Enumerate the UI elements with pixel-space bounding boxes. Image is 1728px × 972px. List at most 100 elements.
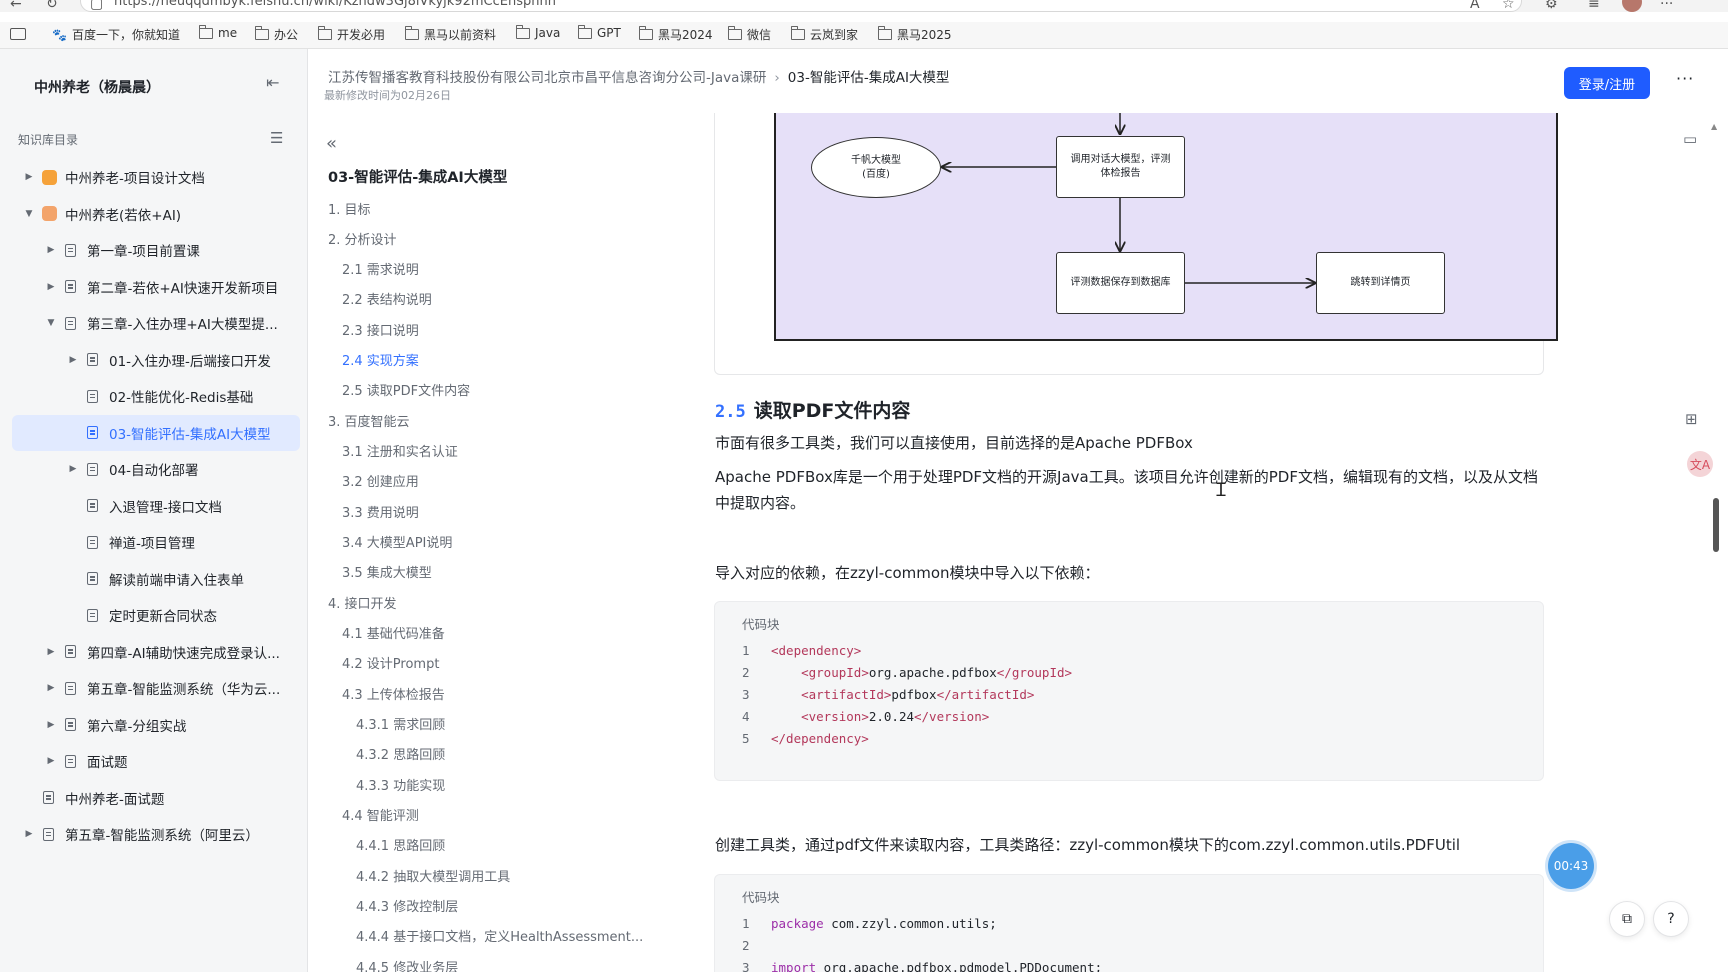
code-block-dependency[interactable]: 代码块 1 <dependency> 2 <groupId>org.apache.p… — [714, 601, 1544, 781]
caret-icon[interactable]: ▶ — [68, 355, 78, 365]
outline-item[interactable]: 4.3.1 需求回顾 — [356, 714, 445, 733]
tree-item-01[interactable]: ▶ 01-入住办理-后端接口开发 — [12, 342, 300, 379]
outline-item-active[interactable]: 2.4 实现方案 — [342, 350, 419, 369]
double-chevron-left-icon[interactable]: « — [326, 133, 337, 154]
outline-item[interactable]: 4. 接口开发 — [328, 593, 397, 612]
outline-item[interactable]: 4.2 设计Prompt — [342, 653, 439, 672]
bookmark-baidu[interactable]: 🐾 百度一下，你就知道 — [52, 26, 180, 43]
space-title[interactable]: 中州养老（杨晨晨） — [34, 77, 160, 97]
site-info-icon[interactable]: ▢ — [90, 0, 103, 12]
collections-icon[interactable]: ≡ — [1588, 0, 1600, 12]
more-icon[interactable]: ··· — [1660, 0, 1673, 12]
breadcrumb-parent[interactable]: 江苏传智播客教育科技股份有限公司北京市昌平信息咨询分公司-Java课研 — [328, 70, 766, 86]
bookmark-folder-old[interactable]: 黑马以前资料 — [405, 26, 496, 43]
recording-timer[interactable]: 00:43 — [1548, 843, 1594, 889]
diagram-card[interactable]: 千帆大模型 (百度) 调用对话大模型，评测 体检报告 评测数据保存到数据库 跳转… — [714, 113, 1558, 375]
tree-item-02[interactable]: 02-性能优化-Redis基础 — [12, 378, 300, 415]
caret-icon[interactable]: ▼ — [46, 318, 56, 328]
tree-item-checkin-api[interactable]: 入退管理-接口文档 — [12, 488, 300, 525]
favorite-star-icon[interactable]: ☆ — [1502, 0, 1515, 12]
back-arrow-icon[interactable]: ← — [10, 0, 22, 12]
tree-item-chapter-4[interactable]: ▶ 第四章-AI辅助快速完成登录认... — [12, 634, 300, 671]
tree-item-chapter-1[interactable]: ▶ 第一章-项目前置课 — [12, 232, 300, 269]
bookmark-folder-wechat[interactable]: 微信 — [728, 26, 771, 43]
outline-item[interactable]: 4.4 智能评测 — [342, 805, 419, 824]
bookmark-folder-me[interactable]: me — [199, 24, 237, 40]
caret-icon[interactable]: ▶ — [46, 683, 56, 693]
tab-strip-icon[interactable] — [10, 28, 26, 40]
caret-icon[interactable]: ▶ — [24, 172, 34, 182]
outline-item[interactable]: 3.1 注册和实名认证 — [342, 441, 458, 460]
outline-item[interactable]: 4.3.3 功能实现 — [356, 775, 445, 794]
outline-item[interactable]: 1. 目标 — [328, 199, 371, 218]
doc-icon — [87, 608, 98, 622]
tree-item-chapter-2[interactable]: ▶ 第二章-若依+AI快速开发新项目 — [12, 269, 300, 306]
tree-item-03-active[interactable]: 03-智能评估-集成AI大模型 — [12, 414, 300, 451]
tree-item-chapter-5-huawei[interactable]: ▶ 第五章-智能监测系统（华为云... — [12, 670, 300, 707]
code-block-pdfutil[interactable]: 代码块 1 package com.zzyl.common.utils; 2 3 imp… — [714, 874, 1544, 972]
help-icon[interactable]: ? — [1653, 901, 1689, 937]
read-aloud-icon[interactable]: A — [1470, 0, 1480, 12]
tree-item-chapter-3[interactable]: ▼ 第三章-入住办理+AI大模型提... — [12, 305, 300, 342]
bookmark-folder-yunlan[interactable]: 云岚到家 — [791, 26, 858, 43]
outline-item[interactable]: 3.2 创建应用 — [342, 471, 419, 490]
reload-icon[interactable]: ↻ — [46, 0, 58, 12]
bookmark-folder-office[interactable]: 办公 — [255, 26, 298, 43]
outline-item[interactable]: 4.4.5 修改业务层 — [356, 957, 458, 972]
outline-item[interactable]: 3. 百度智能云 — [328, 411, 410, 430]
caret-icon[interactable]: ▶ — [68, 464, 78, 474]
outline-title[interactable]: 03-智能评估-集成AI大模型 — [328, 166, 507, 187]
caret-icon[interactable]: ▶ — [46, 647, 56, 657]
outline-item[interactable]: 3.4 大模型API说明 — [342, 532, 452, 551]
caret-icon[interactable]: ▶ — [46, 245, 56, 255]
bookmark-folder-gpt[interactable]: GPT — [578, 24, 621, 40]
address-text[interactable]: https://heuqqdmbyk.feishu.cn/wiki/Kzhdw3… — [114, 0, 556, 9]
caret-icon[interactable]: ▶ — [46, 720, 56, 730]
login-register-button[interactable]: 登录/注册 — [1564, 67, 1650, 99]
tree-item-contract-job[interactable]: 定时更新合同状态 — [12, 597, 300, 634]
outline-item[interactable]: 2.5 读取PDF文件内容 — [342, 380, 470, 399]
outline-item[interactable]: 4.4.4 基于接口文档，定义HealthAssessment... — [356, 926, 643, 945]
tree-item-ruoyi-ai[interactable]: ▼ 中州养老(若依+AI) — [12, 196, 300, 233]
outline-item[interactable]: 4.3.2 思路回顾 — [356, 744, 445, 763]
bookmark-folder-java[interactable]: Java — [516, 24, 560, 40]
caret-icon[interactable]: ▼ — [24, 209, 34, 219]
outline-item[interactable]: 2.3 接口说明 — [342, 320, 419, 339]
profile-avatar-icon[interactable] — [1622, 0, 1642, 12]
caret-icon[interactable]: ▶ — [46, 282, 56, 292]
more-options-icon[interactable]: ··· — [1676, 69, 1694, 88]
outline-item[interactable]: 4.4.1 思路回顾 — [356, 835, 445, 854]
tree-item-zhongzhou-interview[interactable]: 中州养老-面试题 — [12, 780, 300, 817]
outline-item[interactable]: 2.1 需求说明 — [342, 259, 419, 278]
list-view-icon[interactable]: ☰ — [270, 129, 283, 147]
tree-item-chapter-5-aliyun[interactable]: ▶ 第五章-智能监测系统（阿里云） — [12, 816, 300, 853]
outline-item[interactable]: 2. 分析设计 — [328, 229, 397, 248]
copy-page-icon[interactable]: ⧉ — [1609, 901, 1645, 937]
comment-icon[interactable]: ▭ — [1683, 130, 1697, 148]
scroll-up-arrow-icon[interactable]: ▲ — [1711, 122, 1717, 131]
caret-icon[interactable]: ▶ — [46, 756, 56, 766]
bookmark-folder-2024[interactable]: 黑马2024 — [639, 26, 713, 43]
bookmark-folder-dev[interactable]: 开发必用 — [318, 26, 385, 43]
outline-item[interactable]: 4.1 基础代码准备 — [342, 623, 445, 642]
doc-icon — [65, 316, 76, 330]
tree-item-zentao[interactable]: 禅道-项目管理 — [12, 524, 300, 561]
bookmark-folder-2025[interactable]: 黑马2025 — [878, 26, 952, 43]
tree-item-04[interactable]: ▶ 04-自动化部署 — [12, 451, 300, 488]
outline-item[interactable]: 4.3 上传体检报告 — [342, 684, 445, 703]
extensions-icon[interactable]: ⚙ — [1545, 0, 1558, 12]
outline-item[interactable]: 4.4.2 抽取大模型调用工具 — [356, 866, 510, 885]
tree-item-chapter-6[interactable]: ▶ 第六章-分组实战 — [12, 707, 300, 744]
outline-item[interactable]: 4.4.3 修改控制层 — [356, 896, 458, 915]
collapse-sidebar-icon[interactable]: ⇤ — [266, 73, 279, 92]
tree-item-interview[interactable]: ▶ 面试题 — [12, 743, 300, 780]
outline-item[interactable]: 3.3 费用说明 — [342, 502, 419, 521]
table-of-contents-icon[interactable]: ⊞ — [1685, 410, 1698, 428]
tree-item-frontend-form[interactable]: 解读前端申请入住表单 — [12, 561, 300, 598]
caret-icon[interactable]: ▶ — [24, 829, 34, 839]
code-text: <version>2.0.24</version> — [801, 709, 990, 724]
outline-item[interactable]: 3.5 集成大模型 — [342, 562, 432, 581]
outline-item[interactable]: 2.2 表结构说明 — [342, 289, 432, 308]
tree-item-design-doc[interactable]: ▶ 中州养老-项目设计文档 — [12, 159, 300, 196]
scrollbar-thumb[interactable] — [1713, 498, 1719, 552]
